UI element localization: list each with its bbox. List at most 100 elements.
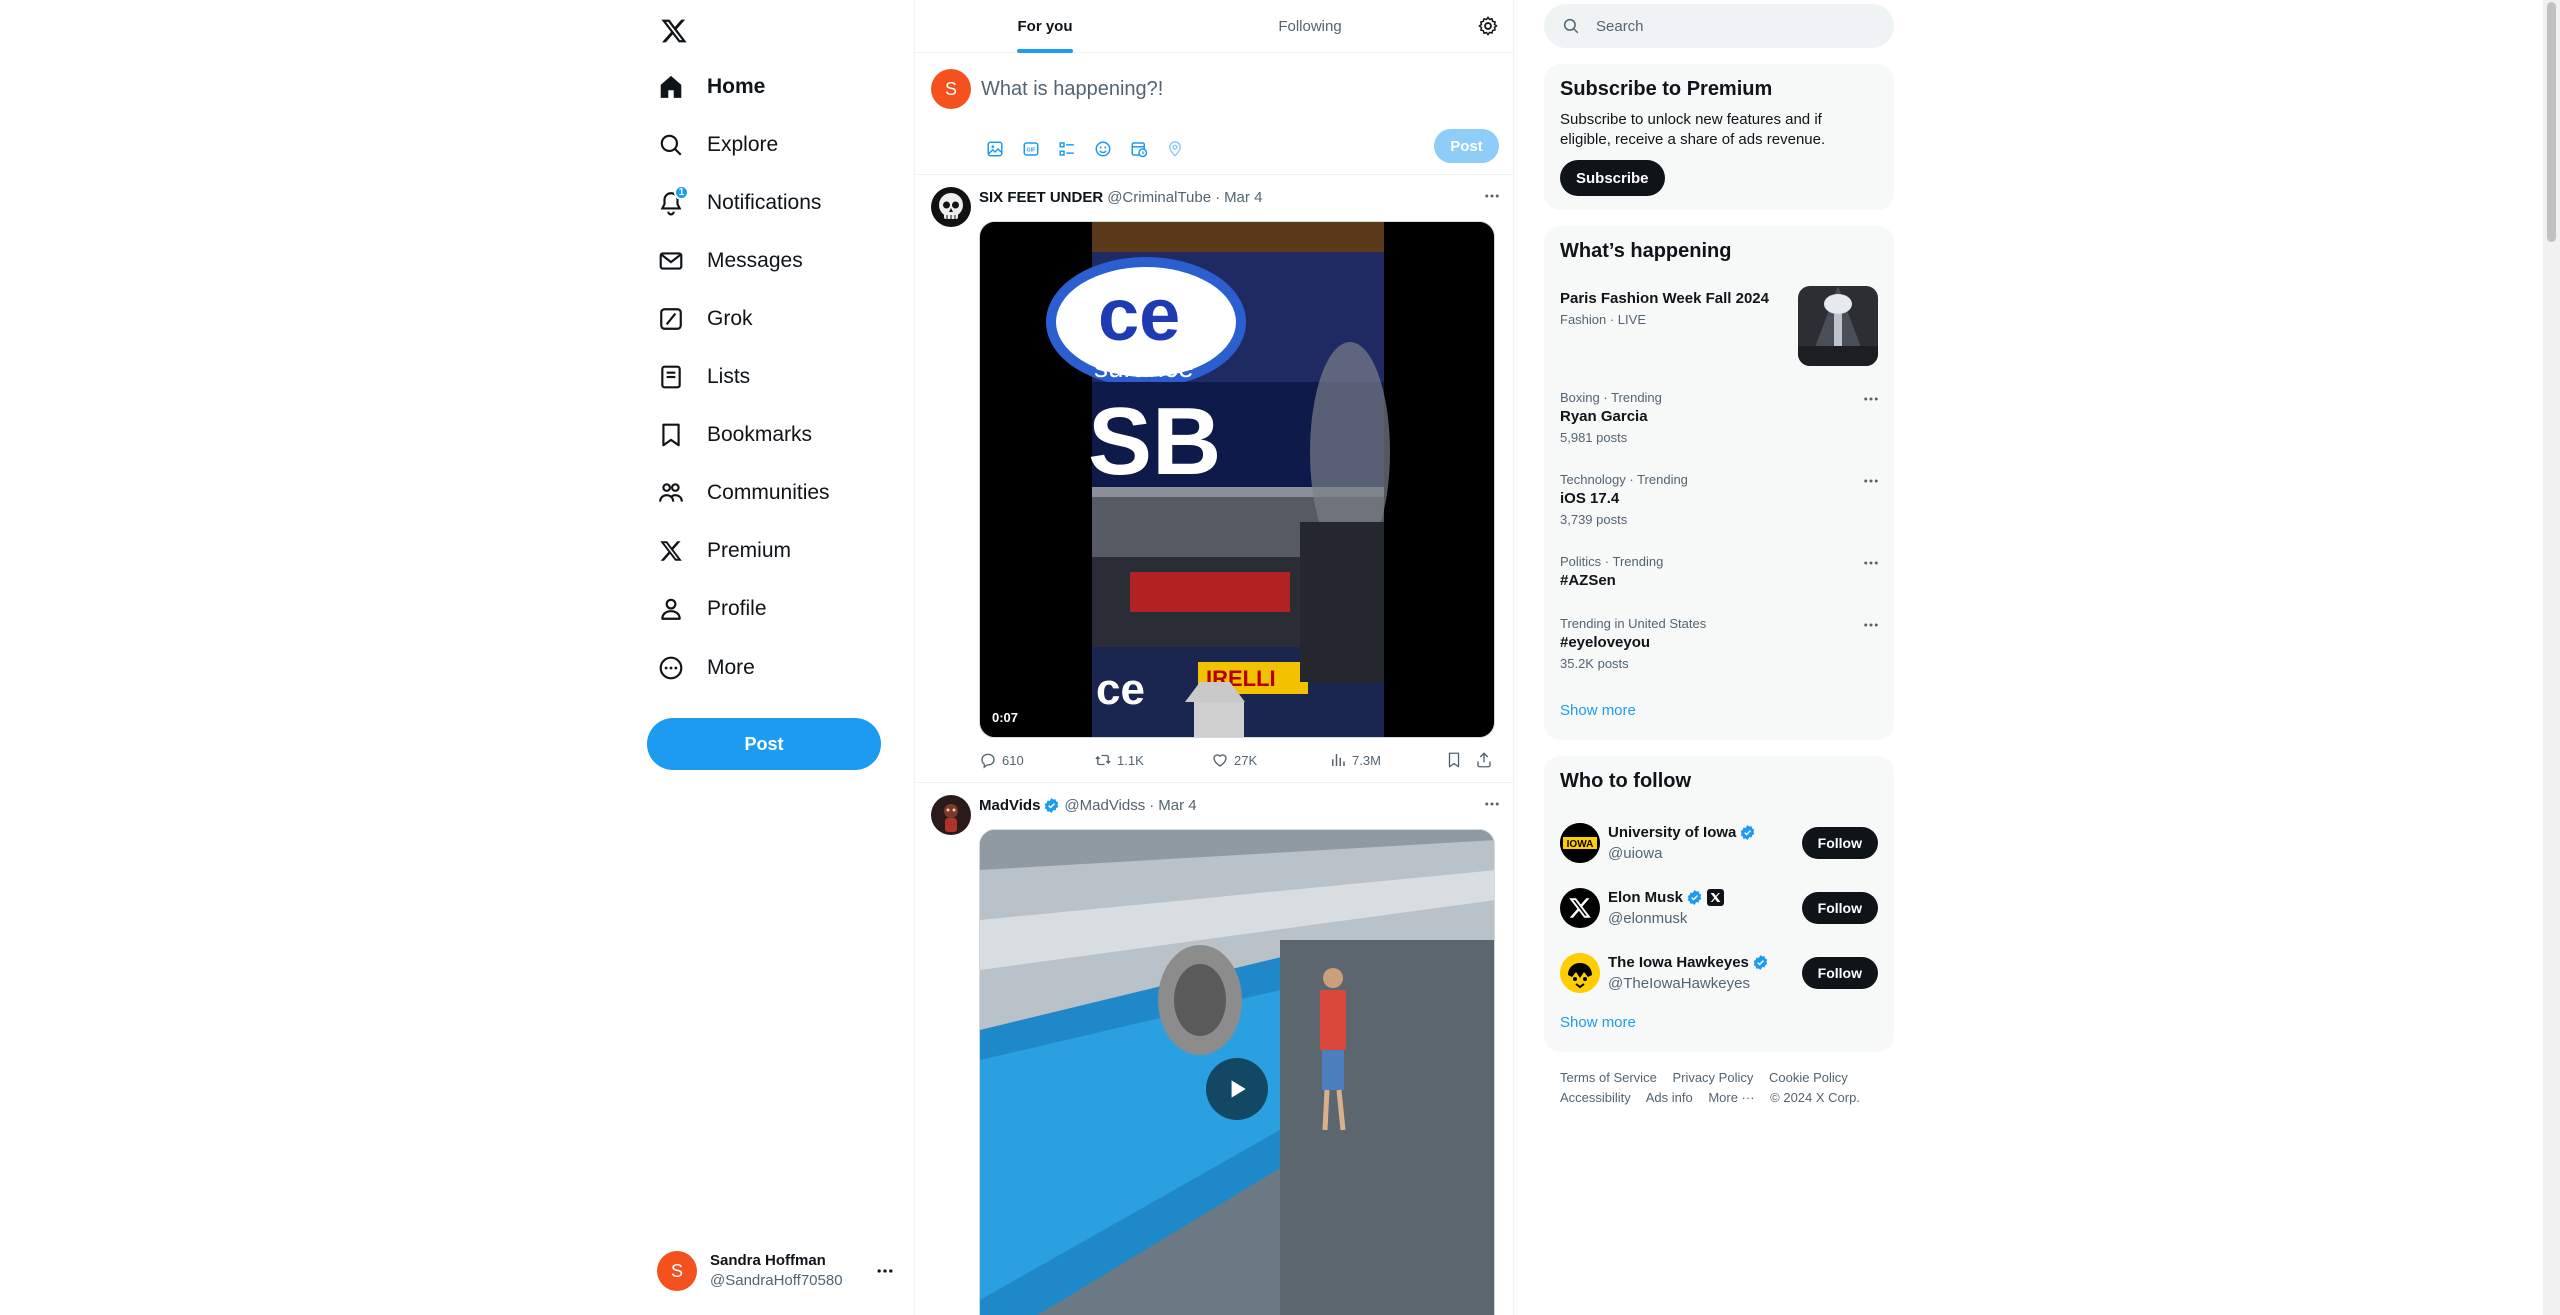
footer-link-cookies[interactable]: Cookie Policy <box>1769 1070 1848 1085</box>
image-icon[interactable] <box>977 131 1013 167</box>
share-icon <box>1477 752 1491 768</box>
tweet-video[interactable]: ce surance SB ce IRELLI 0:07 <box>979 221 1495 738</box>
reply-button[interactable]: 610 <box>979 750 1024 770</box>
search-input[interactable] <box>1596 17 1876 35</box>
account-switcher[interactable]: S Sandra Hoffman @SandraHoff70580 <box>657 1243 907 1299</box>
trend-item[interactable]: Technology · Trending iOS 17.4 3,739 pos… <box>1544 468 1894 534</box>
tweet[interactable]: SIX FEET UNDER @CriminalTube · Mar 4 ce … <box>915 175 1513 783</box>
nav-item-communities[interactable]: Communities <box>655 468 850 518</box>
nav-item-notifications[interactable]: 1 Notifications <box>655 178 841 228</box>
nav-label-bookmarks: Bookmarks <box>707 423 813 446</box>
tweet-avatar-skull[interactable] <box>931 187 971 227</box>
x-logo-icon[interactable] <box>655 12 693 50</box>
gear-icon[interactable] <box>1477 15 1499 37</box>
nav-item-home[interactable]: Home <box>655 62 785 112</box>
trend-title: Ryan Garcia <box>1560 408 1648 425</box>
nav-item-premium[interactable]: Premium <box>655 526 811 576</box>
location-icon[interactable] <box>1157 131 1193 167</box>
follow-suggestion[interactable]: IOWA University of Iowa @uiowa Follow <box>1544 811 1894 875</box>
tweet-header: MadVids @MadVidss · Mar 4 <box>979 795 1197 815</box>
trend-item[interactable]: Trending in United States #eyeloveyou 35… <box>1544 612 1894 678</box>
footer-link-privacy[interactable]: Privacy Policy <box>1672 1070 1753 1085</box>
scrollbar-thumb[interactable] <box>2547 2 2556 242</box>
verified-badge-icon <box>1753 955 1768 970</box>
verified-badge-icon <box>1687 890 1702 905</box>
footer-link-accessibility[interactable]: Accessibility <box>1560 1090 1631 1105</box>
show-more-link[interactable]: Show more <box>1560 702 1636 719</box>
tweet-author-handle[interactable]: @CriminalTube <box>1107 189 1211 206</box>
follow-button[interactable]: Follow <box>1801 957 1878 989</box>
tab-for-you[interactable]: For you <box>915 0 1175 53</box>
nav-item-lists[interactable]: Lists <box>655 352 770 402</box>
play-icon[interactable] <box>1206 1058 1268 1120</box>
nav-item-messages[interactable]: Messages <box>655 236 823 286</box>
svg-text:GIF: GIF <box>1027 148 1037 154</box>
more-dots-icon[interactable] <box>1862 554 1880 572</box>
video-duration: 0:07 <box>992 710 1019 725</box>
views-button[interactable]: 7.3M <box>1329 750 1381 770</box>
tweet-date[interactable]: Mar 4 <box>1224 189 1262 206</box>
bookmark-button[interactable] <box>1445 750 1463 770</box>
gif-icon[interactable]: GIF <box>1013 131 1049 167</box>
nav-item-grok[interactable]: Grok <box>655 294 773 344</box>
more-dots-icon[interactable] <box>1862 616 1880 634</box>
footer-link-more[interactable]: More ··· <box>1708 1090 1754 1105</box>
follow-button[interactable]: Follow <box>1801 827 1878 859</box>
envelope-icon <box>655 245 687 277</box>
follow-button[interactable]: Follow <box>1801 892 1878 924</box>
tweet-author-name[interactable]: MadVids <box>979 797 1040 814</box>
reply-icon <box>981 753 995 769</box>
post-button[interactable]: Post <box>647 718 881 770</box>
tweet-date[interactable]: Mar 4 <box>1158 797 1196 814</box>
like-button[interactable]: 27K <box>1211 750 1257 770</box>
tab-following[interactable]: Following <box>1175 0 1445 53</box>
trend-item[interactable]: Politics · Trending #AZSen <box>1544 550 1894 598</box>
more-dots-icon[interactable] <box>1483 795 1501 813</box>
more-dots-icon[interactable] <box>1862 472 1880 490</box>
nav-item-bookmarks[interactable]: Bookmarks <box>655 410 832 460</box>
nav-item-profile[interactable]: Profile <box>655 584 787 634</box>
footer-link-terms[interactable]: Terms of Service <box>1560 1070 1657 1085</box>
repost-button[interactable]: 1.1K <box>1094 750 1144 770</box>
nav-label-communities: Communities <box>707 481 830 504</box>
emoji-icon[interactable] <box>1085 131 1121 167</box>
timeline: For you Following S GIF <box>914 0 1514 1315</box>
page-scrollbar[interactable] <box>2543 0 2560 1315</box>
tweet-author-name[interactable]: SIX FEET UNDER <box>979 189 1103 206</box>
follow-handle: @uiowa <box>1608 845 1663 862</box>
show-more-link[interactable]: Show more <box>1560 1014 1636 1031</box>
more-dots-icon[interactable] <box>1862 390 1880 408</box>
nav-item-explore[interactable]: Explore <box>655 120 798 170</box>
tab-following-label: Following <box>1278 18 1342 35</box>
tab-for-you-label: For you <box>1017 18 1073 35</box>
trend-item[interactable]: Boxing · Trending Ryan Garcia 5,981 post… <box>1544 386 1894 452</box>
nav-label-profile: Profile <box>707 597 767 620</box>
poll-icon[interactable] <box>1049 131 1085 167</box>
repost-count: 1.1K <box>1117 752 1144 768</box>
subscribe-button[interactable]: Subscribe <box>1560 160 1665 196</box>
like-count: 27K <box>1234 752 1258 768</box>
follow-name: The Iowa Hawkeyes <box>1608 954 1769 971</box>
follow-suggestion[interactable]: Elon Musk @elonmusk Follow <box>1544 876 1894 940</box>
compose-post-button[interactable]: Post <box>1434 129 1499 163</box>
trend-title: Paris Fashion Week Fall 2024 <box>1560 290 1769 307</box>
trend-meta: Fashion · LIVE <box>1560 312 1646 327</box>
footer-link-ads-info[interactable]: Ads info <box>1646 1090 1693 1105</box>
share-button[interactable] <box>1475 750 1493 770</box>
nav-item-more[interactable]: More <box>655 643 775 693</box>
trend-item-featured[interactable]: Paris Fashion Week Fall 2024 Fashion · L… <box>1544 286 1894 366</box>
follow-avatar-text: IOWA <box>1567 839 1594 850</box>
search-bar[interactable] <box>1544 4 1894 48</box>
nav-label-explore: Explore <box>707 133 779 156</box>
more-dots-icon[interactable] <box>1483 187 1501 205</box>
compose-input[interactable] <box>981 71 1481 107</box>
tweet-author-handle[interactable]: @MadVidss <box>1064 797 1145 814</box>
tweet-video[interactable] <box>979 829 1495 1315</box>
tweet[interactable]: MadVids @MadVidss · Mar 4 <box>915 783 1513 1315</box>
video-text-sb: SB <box>1088 388 1221 495</box>
whats-happening-title: What’s happening <box>1560 240 1732 262</box>
tweet-avatar-madvids[interactable] <box>931 795 971 835</box>
schedule-icon[interactable] <box>1121 131 1157 167</box>
more-dots-icon[interactable] <box>875 1261 895 1281</box>
follow-suggestion[interactable]: The Iowa Hawkeyes @TheIowaHawkeyes Follo… <box>1544 941 1894 1005</box>
